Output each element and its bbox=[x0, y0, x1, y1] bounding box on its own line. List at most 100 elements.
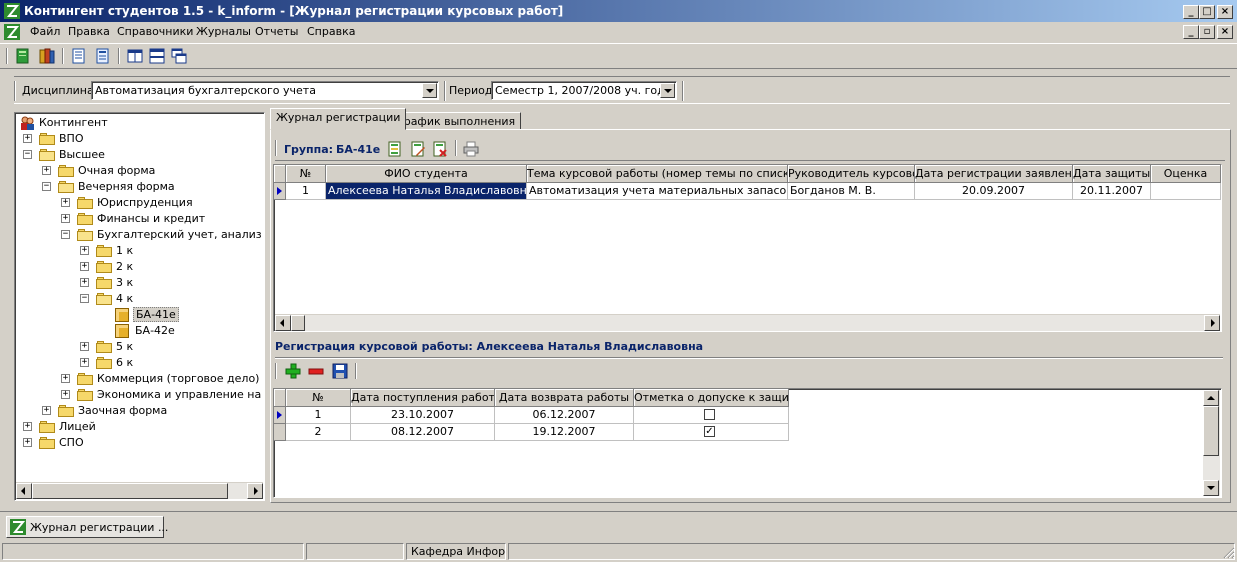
expand-icon[interactable]: + bbox=[61, 214, 70, 223]
expand-icon[interactable]: + bbox=[80, 358, 89, 367]
expand-icon[interactable]: + bbox=[61, 374, 70, 383]
column-header-reg-date[interactable]: Дата регистрации заявления bbox=[915, 165, 1073, 183]
menu-file[interactable]: Файл bbox=[30, 25, 60, 38]
cell-num[interactable]: 2 bbox=[286, 424, 351, 441]
cascade-icon[interactable] bbox=[170, 47, 188, 65]
document-list-icon[interactable] bbox=[94, 47, 112, 65]
cell-received[interactable]: 23.10.2007 bbox=[351, 407, 495, 424]
cell-admitted[interactable]: ✓ bbox=[634, 424, 789, 441]
cell-num[interactable]: 1 bbox=[286, 407, 351, 424]
tile-horizontal-icon[interactable] bbox=[148, 47, 166, 65]
cell-defense-date[interactable]: 20.11.2007 bbox=[1073, 183, 1151, 200]
cell-returned[interactable]: 19.12.2007 bbox=[495, 424, 634, 441]
period-select[interactable]: Семестр 1, 2007/2008 уч. год bbox=[491, 81, 677, 100]
column-header-admitted[interactable]: Отметка о допуске к защите bbox=[634, 389, 789, 407]
tab-journal[interactable]: Журнал регистрации bbox=[270, 108, 407, 130]
column-header-returned[interactable]: Дата возврата работы bbox=[495, 389, 634, 407]
cell-returned[interactable]: 06.12.2007 bbox=[495, 407, 634, 424]
remove-icon[interactable] bbox=[308, 363, 324, 379]
tab-schedule[interactable]: График выполнения bbox=[391, 112, 522, 130]
window-tab-journal[interactable]: Журнал регистрации ... bbox=[6, 516, 168, 538]
expand-icon[interactable]: + bbox=[61, 390, 70, 399]
mdi-restore-button[interactable]: ▫ bbox=[1199, 25, 1215, 39]
discipline-select[interactable]: Автоматизация бухгалтерского учета bbox=[91, 81, 439, 100]
tree-node-course-4[interactable]: − 4 к bbox=[15, 291, 264, 307]
cell-student[interactable]: Алексеева Наталья Владиславовна bbox=[326, 183, 527, 200]
close-button[interactable]: × bbox=[1217, 5, 1233, 19]
menu-help[interactable]: Справка bbox=[307, 25, 355, 38]
add-icon[interactable] bbox=[285, 363, 301, 379]
cell-supervisor[interactable]: Богданов М. В. bbox=[788, 183, 915, 200]
expand-icon[interactable]: + bbox=[80, 342, 89, 351]
expand-icon[interactable]: + bbox=[23, 134, 32, 143]
contingent-tree[interactable]: Контингент + ВПО − Высшее + Очная форма … bbox=[14, 112, 265, 501]
cell-topic[interactable]: Автоматизация учета материальных запасов… bbox=[527, 183, 788, 200]
collapse-icon[interactable]: − bbox=[61, 230, 70, 239]
scroll-thumb[interactable] bbox=[291, 315, 305, 331]
expand-icon[interactable]: + bbox=[80, 246, 89, 255]
chevron-down-icon[interactable] bbox=[422, 83, 437, 98]
column-header-topic[interactable]: Тема курсовой работы (номер темы по спис… bbox=[527, 165, 788, 183]
tree-node-commerce[interactable]: + Коммерция (торговое дело) bbox=[15, 371, 264, 387]
tree-node-course-6[interactable]: + 6 к bbox=[15, 355, 264, 371]
minimize-button[interactable]: _ bbox=[1183, 5, 1199, 19]
scroll-left-icon[interactable] bbox=[16, 483, 32, 499]
collapse-icon[interactable]: − bbox=[42, 182, 51, 191]
column-header-received[interactable]: Дата поступления работы bbox=[351, 389, 495, 407]
expand-icon[interactable]: + bbox=[61, 198, 70, 207]
tree-node-course-3[interactable]: + 3 к bbox=[15, 275, 264, 291]
scroll-thumb[interactable] bbox=[32, 483, 228, 499]
edit-record-icon[interactable] bbox=[410, 141, 426, 157]
tree-node-law[interactable]: + Юриспруденция bbox=[15, 195, 264, 211]
tree-node-distance[interactable]: + Заочная форма bbox=[15, 403, 264, 419]
delete-record-icon[interactable] bbox=[432, 141, 448, 157]
column-header-supervisor[interactable]: Руководитель курсовой bbox=[788, 165, 915, 183]
book-green-icon[interactable] bbox=[14, 47, 32, 65]
books-icon[interactable] bbox=[38, 47, 56, 65]
column-header-num[interactable]: № bbox=[286, 165, 326, 183]
maximize-button[interactable]: □ bbox=[1199, 5, 1215, 19]
collapse-icon[interactable]: − bbox=[23, 150, 32, 159]
tree-node-accounting[interactable]: − Бухгалтерский учет, анализ и аудит bbox=[15, 227, 264, 243]
cell-num[interactable]: 1 bbox=[286, 183, 326, 200]
tree-node-course-1[interactable]: + 1 к bbox=[15, 243, 264, 259]
expand-icon[interactable]: + bbox=[80, 262, 89, 271]
tree-node-evening[interactable]: − Вечерняя форма bbox=[15, 179, 264, 195]
menu-reports[interactable]: Отчеты bbox=[255, 25, 298, 38]
menu-journals[interactable]: Журналы bbox=[196, 25, 251, 38]
tree-node-higher[interactable]: − Высшее bbox=[15, 147, 264, 163]
collapse-icon[interactable]: − bbox=[80, 294, 89, 303]
chevron-down-icon[interactable] bbox=[660, 83, 675, 98]
tree-node-fulltime[interactable]: + Очная форма bbox=[15, 163, 264, 179]
mdi-close-button[interactable]: × bbox=[1217, 25, 1233, 39]
tree-node-course-2[interactable]: + 2 к bbox=[15, 259, 264, 275]
tree-node-economics[interactable]: + Экономика и управление на предприятии bbox=[15, 387, 264, 403]
tree-root[interactable]: Контингент bbox=[19, 115, 259, 131]
scroll-right-icon[interactable] bbox=[247, 483, 263, 499]
tree-node-group-ba42e[interactable]: БА-42е bbox=[15, 323, 264, 339]
tree-node-lyceum[interactable]: + Лицей bbox=[15, 419, 264, 435]
cell-reg-date[interactable]: 20.09.2007 bbox=[915, 183, 1073, 200]
tile-vertical-icon[interactable] bbox=[126, 47, 144, 65]
expand-icon[interactable]: + bbox=[23, 438, 32, 447]
expand-icon[interactable]: + bbox=[80, 278, 89, 287]
column-header-grade[interactable]: Оценка bbox=[1151, 165, 1221, 183]
print-icon[interactable] bbox=[463, 141, 479, 157]
registration-grid[interactable]: № Дата поступления работы Дата возврата … bbox=[273, 388, 1222, 498]
column-header-defense-date[interactable]: Дата защиты bbox=[1073, 165, 1151, 183]
tree-horizontal-scrollbar[interactable] bbox=[16, 482, 263, 499]
journal-horizontal-scrollbar[interactable] bbox=[275, 314, 1220, 331]
cell-received[interactable]: 08.12.2007 bbox=[351, 424, 495, 441]
menu-references[interactable]: Справочники bbox=[117, 25, 193, 38]
scroll-thumb[interactable] bbox=[1203, 406, 1219, 456]
tree-node-course-5[interactable]: + 5 к bbox=[15, 339, 264, 355]
tree-node-vpo[interactable]: + ВПО bbox=[15, 131, 264, 147]
tree-node-group-ba41e[interactable]: БА-41е bbox=[15, 307, 264, 323]
mdi-minimize-button[interactable]: _ bbox=[1183, 25, 1199, 39]
resize-grip-icon[interactable] bbox=[1222, 546, 1235, 559]
expand-icon[interactable]: + bbox=[23, 422, 32, 431]
scroll-right-icon[interactable] bbox=[1204, 315, 1220, 331]
mdi-child-icon[interactable] bbox=[4, 24, 20, 40]
tree-node-finance[interactable]: + Финансы и кредит bbox=[15, 211, 264, 227]
column-header-num[interactable]: № bbox=[286, 389, 351, 407]
